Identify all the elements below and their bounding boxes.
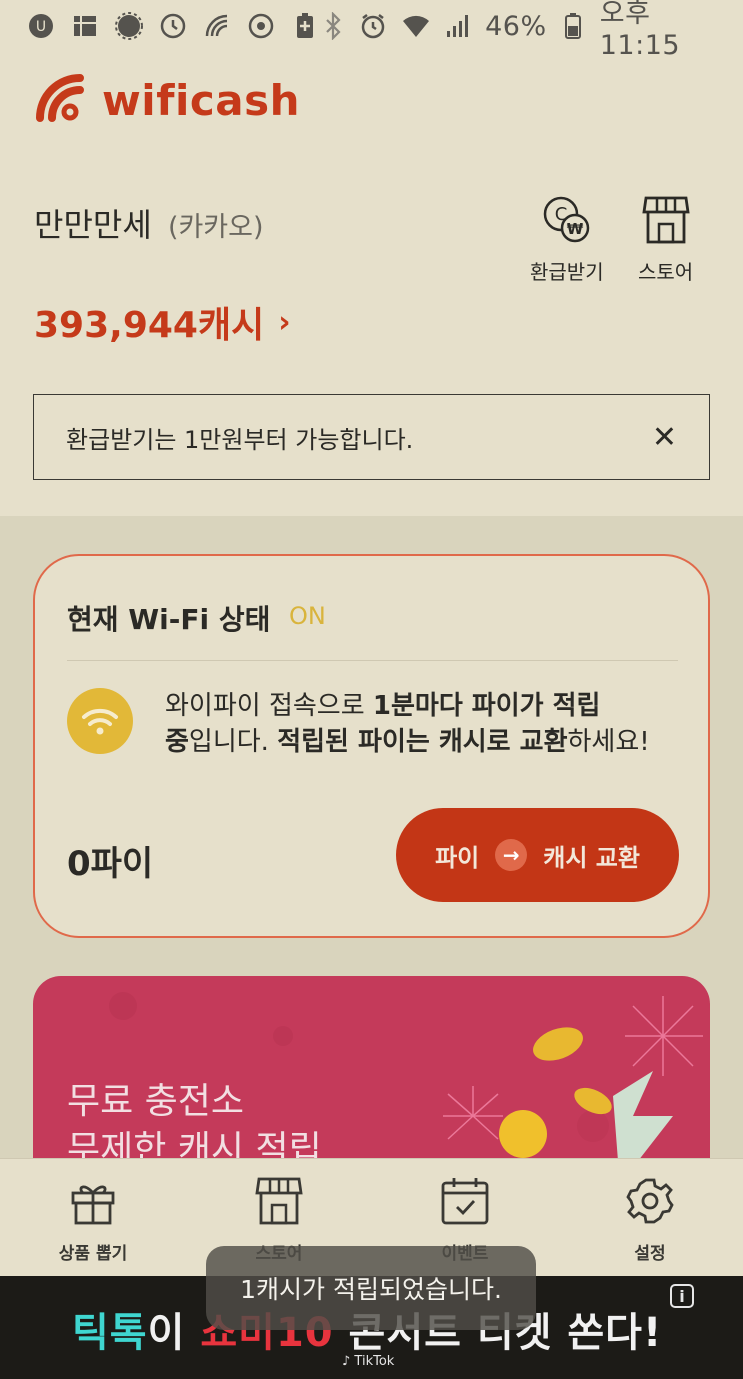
vpn-icon bbox=[246, 11, 276, 41]
desc-text: 와이파이 접속으로 bbox=[165, 691, 373, 721]
wifi-status-badge: ON bbox=[289, 602, 326, 630]
clock: 오후 11:15 bbox=[599, 0, 681, 61]
arrow-right-icon: → bbox=[495, 839, 528, 871]
store-icon bbox=[640, 194, 692, 250]
notice-box: 환급받기는 1만원부터 가능합니다. ✕ bbox=[33, 394, 710, 480]
wifi-description: 와이파이 접속으로 1분마다 파이가 적립 중입니다. 적립된 파이는 캐시로 … bbox=[165, 688, 685, 760]
pie-count: 0파이 bbox=[67, 844, 154, 884]
status-left-icons: U bbox=[26, 11, 320, 41]
status-bar: U 46% 오후 11:15 bbox=[0, 0, 743, 61]
chevron-right-icon: › bbox=[278, 304, 291, 340]
wifi-app-icon bbox=[202, 11, 232, 41]
info-icon[interactable]: i bbox=[670, 1284, 694, 1308]
exchange-to-label: 캐시 교환 bbox=[543, 843, 640, 872]
badge-icon bbox=[114, 11, 144, 41]
svg-text:₩: ₩ bbox=[567, 220, 584, 238]
gift-icon bbox=[67, 1175, 119, 1231]
calendar-check-icon bbox=[439, 1175, 491, 1231]
divider bbox=[67, 660, 678, 661]
close-icon[interactable]: ✕ bbox=[652, 420, 677, 455]
notice-text: 환급받기는 1만원부터 가능합니다. bbox=[66, 425, 414, 454]
store-icon bbox=[253, 1175, 305, 1231]
battery-saver-icon bbox=[290, 11, 320, 41]
svg-text:U: U bbox=[36, 19, 46, 35]
signal-icon bbox=[445, 11, 471, 41]
cash-amount: 393,944캐시 bbox=[34, 305, 265, 346]
desc-highlight: 적립된 파이는 캐시로 교환 bbox=[277, 727, 568, 757]
logo-text: wificash bbox=[102, 75, 301, 125]
refund-label: 환급받기 bbox=[530, 260, 604, 284]
refund-button[interactable]: C ₩ 환급받기 bbox=[530, 194, 604, 285]
toast-text: 1캐시가 적립되었습니다. bbox=[240, 1275, 502, 1304]
wifi-status-card: 현재 Wi-Fi 상태 ON 와이파이 접속으로 1분마다 파이가 적립 중입니… bbox=[33, 554, 710, 938]
battery-percent: 46% bbox=[485, 10, 547, 42]
banner-title: 무료 충전소 bbox=[67, 1081, 245, 1122]
clock-app-icon bbox=[158, 11, 188, 41]
user-name: 만만만세 (카카오) bbox=[34, 200, 264, 246]
user-nickname: 만만만세 bbox=[34, 206, 152, 244]
nav-item-settings[interactable]: 설정 bbox=[580, 1175, 720, 1264]
desc-highlight: 1분마다 파이가 적립 bbox=[372, 691, 601, 721]
gear-icon bbox=[624, 1175, 676, 1231]
store-label: 스토어 bbox=[638, 260, 694, 284]
ad-source: ♪ TikTok bbox=[342, 1354, 395, 1369]
nav-label: 설정 bbox=[634, 1244, 666, 1264]
battery-icon bbox=[561, 11, 586, 41]
wifi-icon bbox=[67, 688, 133, 754]
desc-text: 입니다. bbox=[188, 727, 278, 757]
store-button[interactable]: 스토어 bbox=[638, 194, 693, 285]
bluetooth-icon bbox=[320, 11, 345, 41]
nav-item-gift[interactable]: 상품 뽑기 bbox=[23, 1175, 163, 1264]
wifi-status-title: 현재 Wi-Fi 상태 bbox=[67, 603, 271, 636]
grid-app-icon bbox=[70, 11, 100, 41]
alarm-icon bbox=[359, 11, 387, 41]
app-logo: wificash bbox=[34, 72, 300, 128]
status-right: 46% 오후 11:15 bbox=[320, 0, 717, 61]
nav-label: 상품 뽑기 bbox=[58, 1244, 128, 1264]
free-charge-banner[interactable]: 무료 충전소 무제한 캐시 적립 bbox=[33, 976, 710, 1176]
ad-text-part: 틱톡 bbox=[72, 1310, 148, 1356]
wifi-logo-icon bbox=[34, 72, 90, 128]
desc-highlight: 중 bbox=[165, 727, 189, 757]
exchange-from-label: 파이 bbox=[435, 843, 480, 872]
exchange-button[interactable]: 파이 → 캐시 교환 bbox=[396, 808, 679, 902]
login-provider: (카카오) bbox=[167, 212, 264, 243]
desc-text: 하세요! bbox=[567, 727, 650, 757]
refund-coin-icon: C ₩ bbox=[541, 194, 593, 250]
cash-balance-link[interactable]: 393,944캐시 › bbox=[34, 296, 291, 348]
toast-message: 1캐시가 적립되었습니다. bbox=[206, 1246, 536, 1330]
notification-u-icon: U bbox=[26, 11, 56, 41]
ad-text-part: 이 bbox=[147, 1310, 201, 1356]
wifi-icon bbox=[401, 11, 431, 41]
